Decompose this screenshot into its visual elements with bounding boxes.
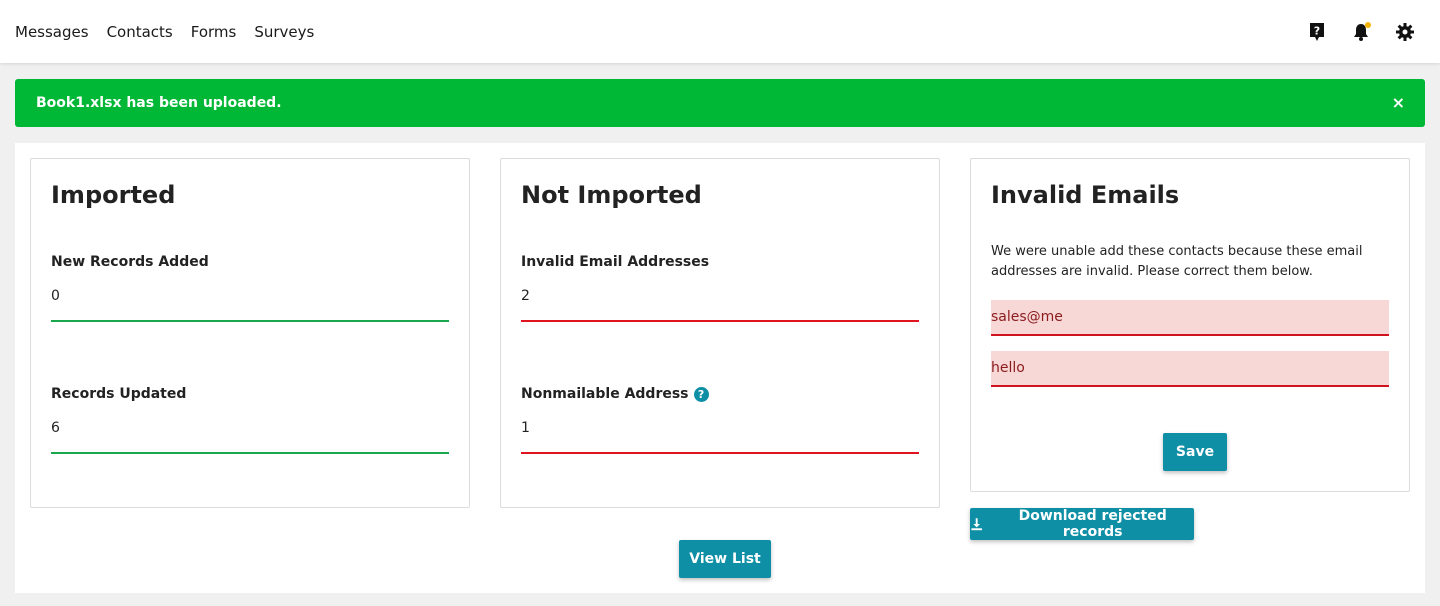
imported-title: Imported xyxy=(51,181,176,209)
not-imported-title: Not Imported xyxy=(521,181,702,209)
invalid-emails-title: Invalid Emails xyxy=(991,181,1180,209)
nav-forms[interactable]: Forms xyxy=(191,23,237,41)
new-records-value: 0 xyxy=(51,288,449,322)
upload-success-alert: Book1.xlsx has been uploaded. × xyxy=(15,79,1425,127)
invalid-emails-card: Invalid Emails We were unable add these … xyxy=(970,158,1410,492)
svg-text:?: ? xyxy=(1314,24,1320,37)
nav-contacts[interactable]: Contacts xyxy=(107,23,173,41)
nonmailable-value: 1 xyxy=(521,420,919,454)
gear-icon[interactable] xyxy=(1392,19,1418,45)
records-updated-label: Records Updated xyxy=(51,386,187,402)
invalid-emails-description: We were unable add these contacts becaus… xyxy=(991,244,1363,279)
not-imported-card: Not Imported Invalid Email Addresses 2 N… xyxy=(500,158,940,508)
invalid-email-value: 2 xyxy=(521,288,919,322)
view-list-button[interactable]: View List xyxy=(679,540,771,578)
alert-message: Book1.xlsx has been uploaded. xyxy=(36,95,282,111)
nonmailable-label: Nonmailable Address xyxy=(521,386,689,402)
records-updated-value: 6 xyxy=(51,420,449,454)
imported-card: Imported New Records Added 0 Records Upd… xyxy=(30,158,470,508)
download-rejected-label: Download rejected records xyxy=(1018,508,1167,540)
nonmailable-label-row: Nonmailable Address ? xyxy=(521,386,919,402)
new-records-field: New Records Added 0 xyxy=(51,254,449,322)
nav-icons: ? xyxy=(1286,0,1418,63)
invalid-email-input-2[interactable] xyxy=(991,351,1389,387)
invalid-email-field: Invalid Email Addresses 2 xyxy=(521,254,919,322)
save-button[interactable]: Save xyxy=(1163,433,1227,471)
records-updated-field: Records Updated 6 xyxy=(51,386,449,454)
question-circle-icon[interactable]: ? xyxy=(693,386,709,402)
main-panel: Imported New Records Added 0 Records Upd… xyxy=(15,143,1425,593)
new-records-label: New Records Added xyxy=(51,254,209,270)
nav-messages[interactable]: Messages xyxy=(15,23,89,41)
top-nav: Messages Contacts Forms Surveys ? xyxy=(0,0,1440,63)
bell-icon[interactable] xyxy=(1348,19,1374,45)
help-icon[interactable]: ? xyxy=(1304,19,1330,45)
download-icon xyxy=(971,518,982,531)
close-icon[interactable]: × xyxy=(1392,93,1405,113)
invalid-email-label: Invalid Email Addresses xyxy=(521,254,710,270)
notification-dot xyxy=(1365,21,1371,28)
nav-links: Messages Contacts Forms Surveys xyxy=(15,0,332,63)
download-rejected-button[interactable]: Download rejected records xyxy=(970,508,1194,540)
nonmailable-field: Nonmailable Address ? 1 xyxy=(521,386,919,454)
nav-surveys[interactable]: Surveys xyxy=(254,23,314,41)
invalid-email-input-1[interactable] xyxy=(991,300,1389,336)
